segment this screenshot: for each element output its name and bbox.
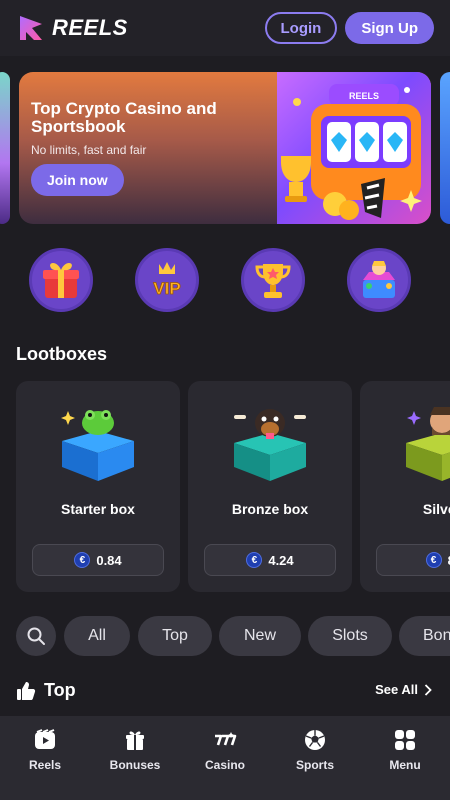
trophy-icon bbox=[255, 264, 291, 298]
game-filter-bar: All Top New Slots Bon bbox=[0, 616, 450, 656]
gift-icon bbox=[126, 731, 144, 750]
gift-category-button[interactable] bbox=[29, 248, 93, 312]
filter-chip-top[interactable]: Top bbox=[138, 616, 212, 656]
join-now-button[interactable]: Join now bbox=[31, 164, 124, 196]
auth-buttons: Login Sign Up bbox=[264, 12, 434, 44]
soccer-ball-icon bbox=[305, 730, 325, 750]
treasure-icon bbox=[363, 261, 395, 298]
nav-item-sports[interactable]: Sports bbox=[270, 716, 360, 800]
euro-icon: € bbox=[246, 552, 263, 568]
thumbs-up-icon bbox=[17, 681, 36, 700]
vip-category-button[interactable]: VIP bbox=[135, 248, 199, 312]
logo-text: REELS bbox=[52, 15, 128, 40]
reels-home-page: REELS Login Sign Up Top Crypto Casino an… bbox=[0, 0, 450, 800]
slot-machine-illustration: REELS bbox=[277, 72, 431, 224]
banner-subtitle: No limits, fast and fair bbox=[31, 143, 147, 157]
top-section-label: Top bbox=[44, 680, 76, 700]
banner-title: Top Crypto Casino and Sportsbook bbox=[31, 99, 217, 136]
lootbox-name: Starter box bbox=[61, 501, 135, 517]
reels-logo-icon bbox=[20, 16, 42, 40]
bottom-navigation: Reels Bonuses Casino Sports Menu bbox=[0, 716, 450, 800]
lootbox-price-button[interactable]: € 0.84 bbox=[32, 544, 164, 576]
vip-text: VIP bbox=[153, 279, 180, 298]
filter-chip-slots[interactable]: Slots bbox=[308, 616, 392, 656]
see-all-label: See All bbox=[375, 682, 418, 697]
nav-item-reels[interactable]: Reels bbox=[0, 716, 90, 800]
nav-label: Reels bbox=[28, 758, 62, 772]
lootboxes-carousel[interactable]: Starter box € 0.84 Bronze box € 4.24 Sil… bbox=[0, 381, 450, 592]
frog-box-icon bbox=[61, 410, 134, 481]
lootbox-name: Bronze box bbox=[231, 501, 309, 517]
grid-menu-icon bbox=[395, 730, 415, 750]
pirate-box-icon bbox=[406, 407, 450, 481]
banner-carousel[interactable]: Top Crypto Casino and Sportsbook No limi… bbox=[0, 72, 450, 224]
slot-badge-text: REELS bbox=[349, 91, 379, 101]
see-all-link[interactable]: See All bbox=[375, 682, 432, 697]
lootbox-price: 4.24 bbox=[268, 552, 294, 568]
lootbox-card-silver[interactable]: Silver € 8. bbox=[360, 381, 450, 592]
signup-button[interactable]: Sign Up bbox=[345, 12, 434, 44]
nav-label: Bonuses bbox=[109, 758, 161, 772]
euro-icon: € bbox=[74, 552, 91, 568]
search-button[interactable] bbox=[16, 616, 56, 656]
header: REELS Login Sign Up bbox=[0, 0, 450, 56]
lootbox-name: Silver bbox=[422, 501, 450, 517]
chevron-right-icon bbox=[424, 683, 432, 696]
euro-icon: € bbox=[425, 552, 442, 568]
previous-banner-peek[interactable] bbox=[0, 72, 10, 224]
logo[interactable]: REELS bbox=[16, 12, 128, 44]
nav-label: Menu bbox=[389, 758, 421, 772]
slot-machine-icon: REELS bbox=[281, 84, 422, 220]
lootboxes-title: Lootboxes bbox=[16, 344, 108, 364]
play-icon bbox=[35, 729, 55, 749]
lootbox-price: 0.84 bbox=[96, 552, 122, 568]
nav-label: Sports bbox=[295, 758, 334, 772]
login-button[interactable]: Login bbox=[264, 12, 338, 44]
promo-banner[interactable]: Top Crypto Casino and Sportsbook No limi… bbox=[19, 72, 431, 224]
nav-item-casino[interactable]: Casino bbox=[180, 716, 270, 800]
slot-777-icon bbox=[215, 732, 237, 746]
nav-item-bonuses[interactable]: Bonuses bbox=[90, 716, 180, 800]
treasure-category-button[interactable] bbox=[347, 248, 411, 312]
filter-chip-bonus[interactable]: Bon bbox=[399, 616, 450, 656]
search-icon bbox=[27, 627, 45, 645]
filter-chip-all[interactable]: All bbox=[64, 616, 130, 656]
category-shortcuts: VIP bbox=[0, 248, 450, 312]
nav-item-menu[interactable]: Menu bbox=[360, 716, 450, 800]
filter-chip-new[interactable]: New bbox=[219, 616, 301, 656]
gift-icon bbox=[43, 263, 79, 298]
lootbox-price-button[interactable]: € 4.24 bbox=[204, 544, 336, 576]
dog-box-icon bbox=[234, 409, 306, 481]
lootbox-card-bronze[interactable]: Bronze box € 4.24 bbox=[188, 381, 352, 592]
trophy-category-button[interactable] bbox=[241, 248, 305, 312]
next-banner-peek[interactable] bbox=[440, 72, 450, 224]
vip-icon: VIP bbox=[153, 262, 181, 298]
top-section-title: Top bbox=[16, 680, 76, 701]
lootbox-price-button[interactable]: € 8. bbox=[376, 544, 450, 576]
nav-label: Casino bbox=[204, 758, 245, 772]
lootbox-card-starter[interactable]: Starter box € 0.84 bbox=[16, 381, 180, 592]
